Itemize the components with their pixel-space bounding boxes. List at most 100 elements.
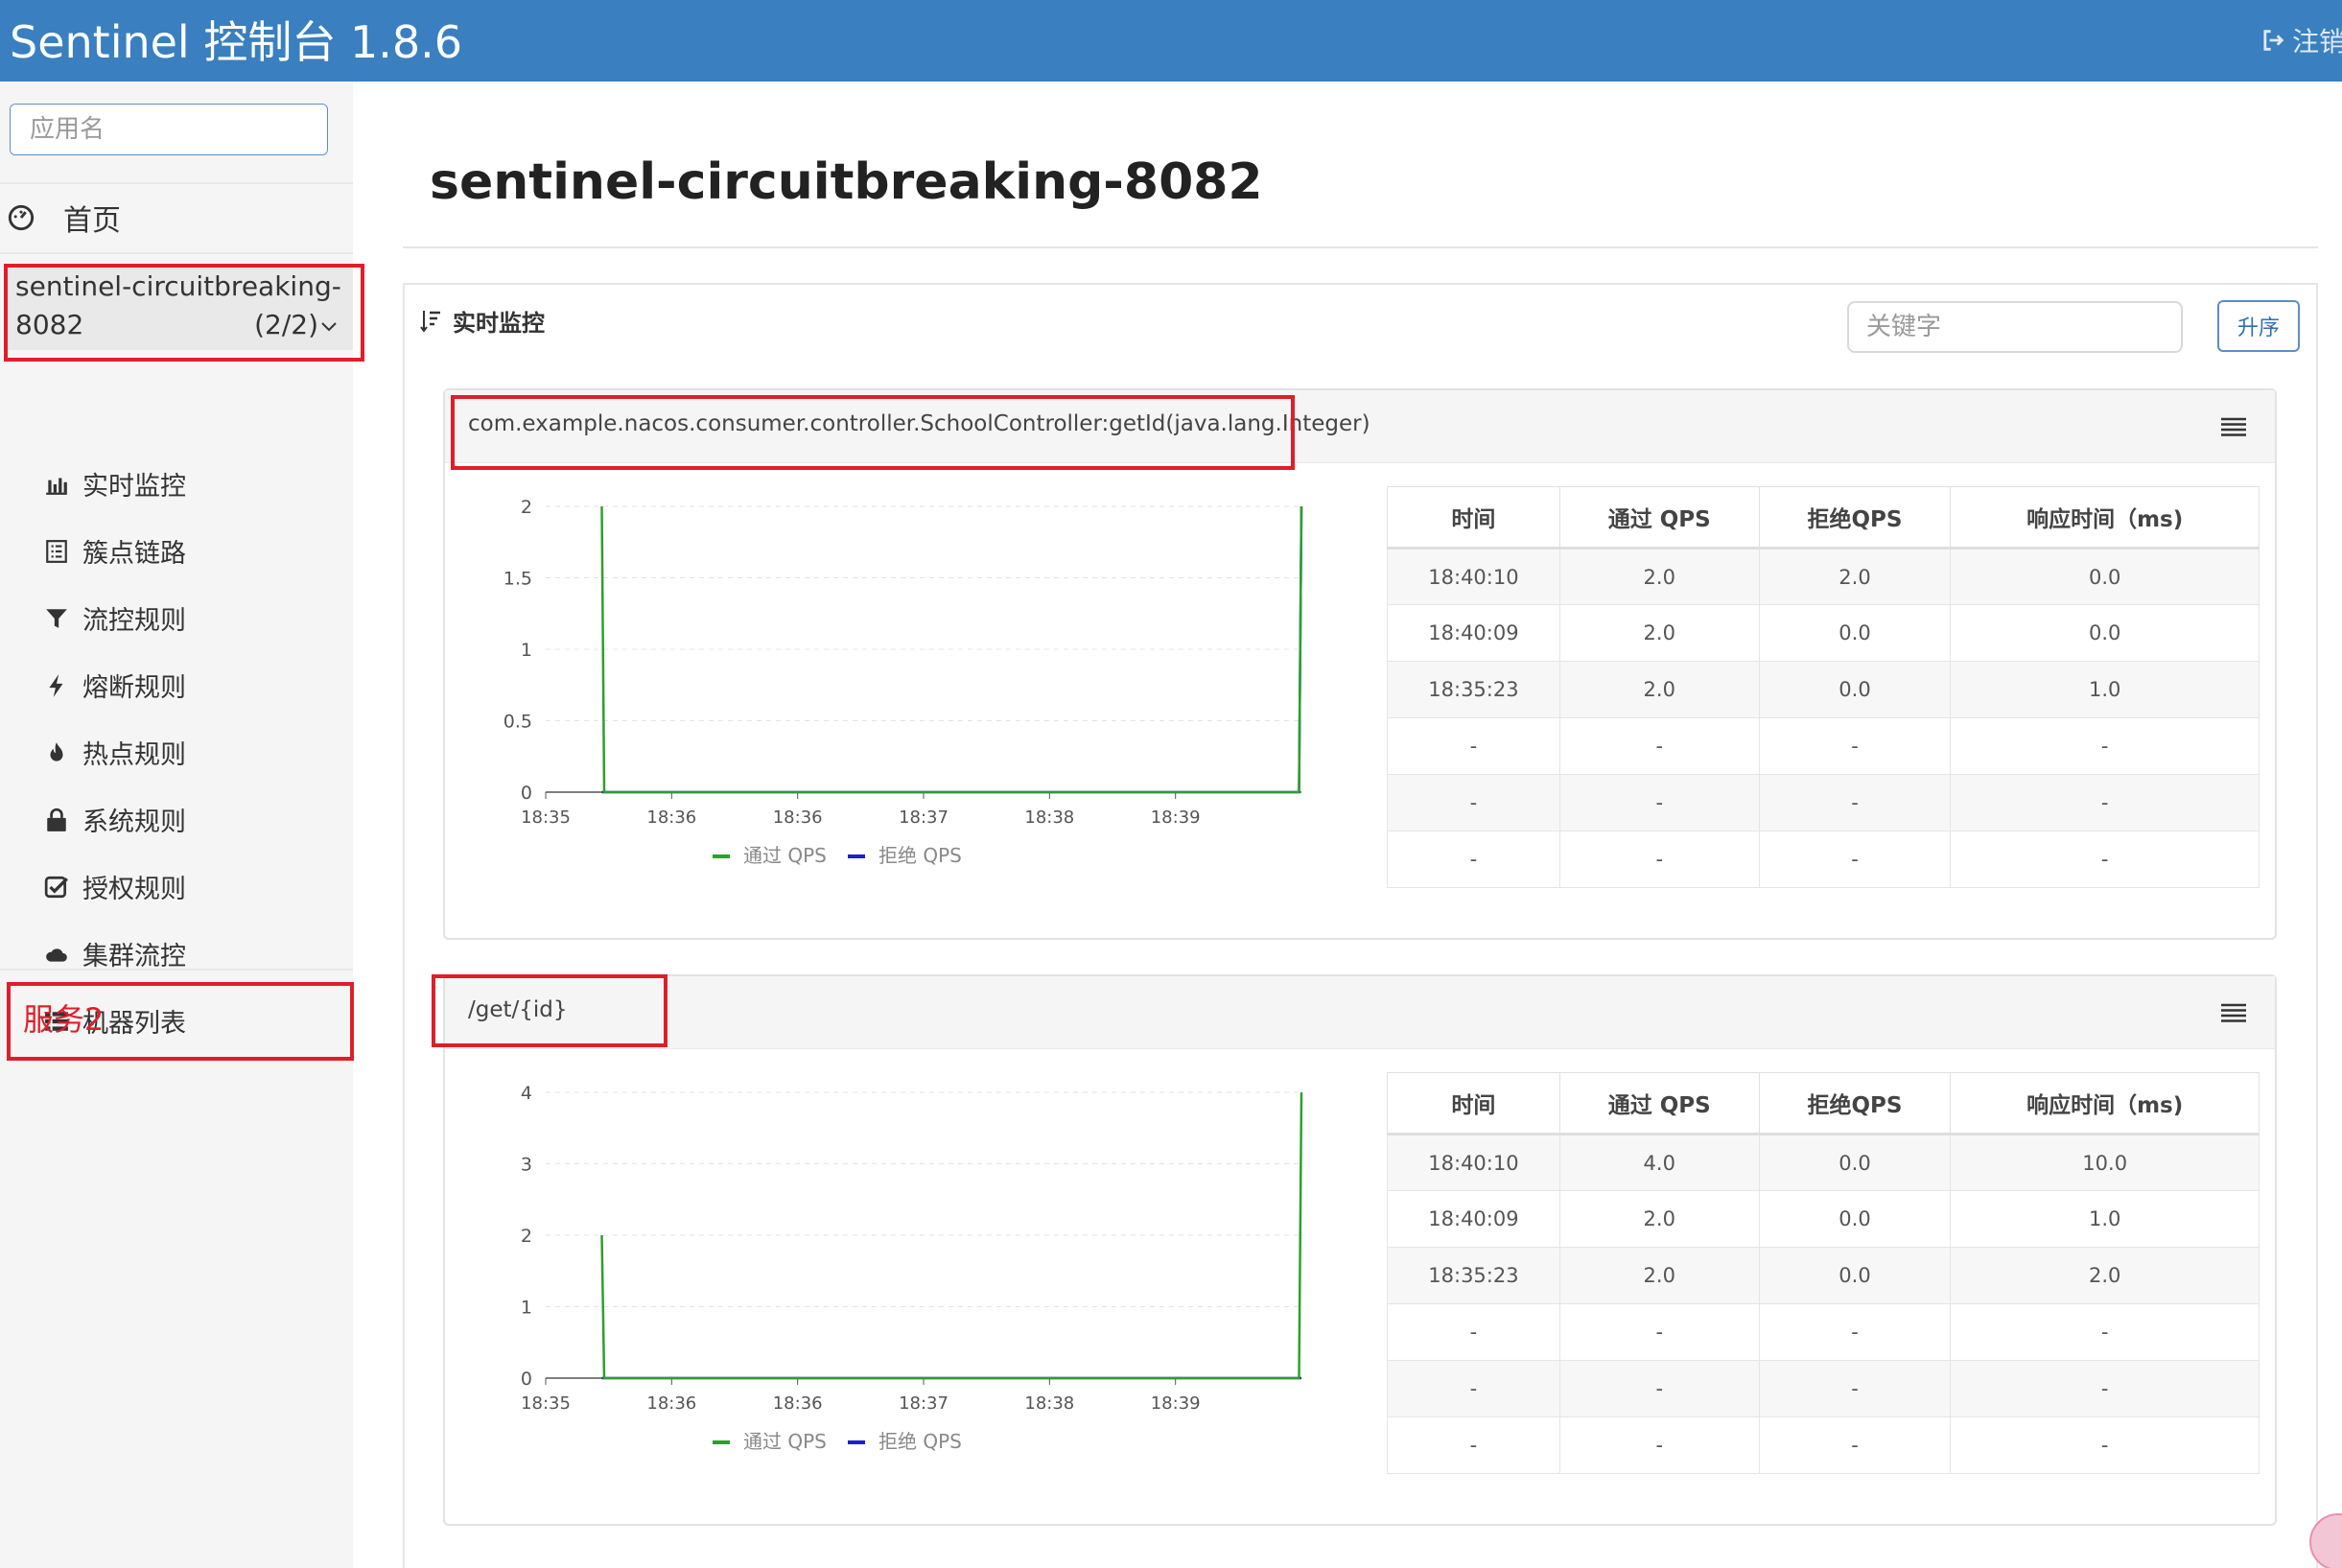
table-cell-block-qps: 0.0 (1758, 1190, 1952, 1248)
table-row: ---- (1387, 1416, 2260, 1474)
x-tick-label: 18:36 (773, 807, 823, 828)
column-header-time: 时间 (1387, 1072, 1560, 1135)
table-row: 18:40:09 2.0 0.0 1.0 (1387, 1190, 2260, 1248)
table-cell-rt: 10.0 (1950, 1134, 2260, 1191)
qps-line-chart: 0 0.5 1 1.5 2 18:35 18:36 18:36 18:37 18:38 18:39 通… (504, 497, 1303, 867)
sidebar-item-system-rules[interactable]: 系统规则 (44, 801, 186, 838)
sort-ascending-button[interactable]: 升序 (2217, 300, 2300, 352)
app-search-input[interactable] (11, 105, 327, 154)
table-cell-time: - (1387, 1416, 1560, 1474)
qps-line-chart: 0 1 2 3 4 18:35 18:36 18:36 18:37 18:38 18:39 通过 QP… (521, 1083, 1303, 1453)
y-tick-label: 0.5 (504, 712, 532, 733)
table-cell-rt: 0.0 (1950, 604, 2260, 662)
table-cell-pass-qps: 2.0 (1558, 604, 1760, 662)
x-tick-label: 18:38 (1024, 807, 1074, 828)
sidebar-item-authority-rules[interactable]: 授权规则 (44, 868, 186, 905)
sidebar-item-label: 首页 (63, 204, 121, 238)
annotation-box-resource2 (432, 974, 667, 1047)
sidebar-divider (0, 182, 353, 184)
table-header-row: 时间 通过 QPS 拒绝QPS 响应时间（ms) (1387, 1072, 2260, 1135)
table-cell-block-qps: 0.0 (1758, 1247, 1952, 1304)
table-cell-rt: - (1950, 774, 2260, 831)
table-cell-time: 18:40:10 (1387, 548, 1560, 605)
column-header-rt: 响应时间（ms) (1950, 486, 2260, 550)
table-cell-rt: 1.0 (1950, 1190, 2260, 1248)
legend-label[interactable]: 通过 QPS (743, 1430, 827, 1453)
table-cell-block-qps: - (1758, 1303, 1952, 1361)
sidebar-item-hotspot-rules[interactable]: 热点规则 (44, 734, 186, 771)
logout-button[interactable]: 注销 (2260, 21, 2342, 59)
table-cell-rt: - (1950, 1360, 2260, 1417)
table-cell-pass-qps: 2.0 (1558, 548, 1760, 605)
table-cell-time: 18:40:09 (1387, 1190, 1560, 1248)
table-cell-rt: 1.0 (1950, 661, 2260, 718)
legend-label[interactable]: 拒绝 QPS (878, 1430, 962, 1453)
table-cell-block-qps: 0.0 (1758, 1134, 1952, 1191)
x-tick-label: 18:39 (1151, 1393, 1201, 1414)
table-cell-block-qps: 0.0 (1758, 661, 1952, 718)
sidebar-item-label: 实时监控 (82, 472, 186, 502)
column-header-block-qps: 拒绝QPS (1758, 486, 1952, 550)
table-cell-pass-qps: 4.0 (1558, 1134, 1760, 1191)
sidebar-item-label: 集群流控 (82, 942, 186, 971)
table-cell-rt: 2.0 (1950, 1247, 2260, 1304)
logout-icon (2263, 30, 2284, 51)
sidebar-item-home[interactable]: 首页 (8, 197, 121, 239)
keyword-search-input[interactable] (1847, 301, 2183, 353)
sidebar-item-label: 熔断规则 (82, 673, 186, 703)
table-cell-pass-qps: 2.0 (1558, 1247, 1760, 1304)
column-header-time: 时间 (1387, 486, 1560, 550)
x-tick-label: 18:35 (521, 1393, 571, 1414)
logout-label: 注销 (2292, 26, 2342, 58)
x-tick-label: 18:37 (899, 807, 949, 828)
table-cell-time: 18:35:23 (1387, 661, 1560, 718)
sidebar-item-label: 簇点链路 (82, 539, 186, 569)
resource-card: com.example.nacos.consumer.controller.Sc… (443, 388, 2277, 940)
check-icon (44, 876, 68, 898)
table-cell-time: - (1387, 717, 1560, 775)
app-title: Sentinel 控制台 1.8.6 (10, 16, 462, 68)
x-tick-label: 18:39 (1151, 807, 1201, 828)
table-cell-block-qps: 0.0 (1758, 604, 1952, 662)
column-header-block-qps: 拒绝QPS (1758, 1072, 1952, 1135)
x-tick-label: 18:35 (521, 807, 571, 828)
y-tick-label: 2 (521, 1226, 532, 1247)
x-tick-label: 18:36 (773, 1393, 823, 1414)
table-row: ---- (1387, 717, 2260, 775)
annotation-label-service2: 服务2 (23, 1001, 105, 1038)
table-cell-time: 18:35:23 (1387, 1247, 1560, 1304)
app-search: 搜索 (10, 104, 328, 155)
table-cell-time: 18:40:09 (1387, 604, 1560, 662)
stats-table: 时间 通过 QPS 拒绝QPS 响应时间（ms) 18:40:10 2.0 2.0 0… (1387, 486, 2260, 888)
menu-icon[interactable] (2221, 1003, 2246, 1022)
flash-icon (49, 673, 63, 697)
x-tick-label: 18:37 (899, 1393, 949, 1414)
table-row: ---- (1387, 831, 2260, 888)
y-tick-label: 0 (521, 1369, 532, 1390)
lock-icon (47, 807, 66, 831)
table-cell-pass-qps: - (1558, 774, 1760, 831)
y-tick-label: 4 (521, 1083, 532, 1104)
table-row: 18:40:09 2.0 0.0 0.0 (1387, 604, 2260, 662)
table-row: 18:40:10 2.0 2.0 0.0 (1387, 548, 2260, 605)
sidebar-item-cluster-flow[interactable]: 集群流控 (44, 935, 186, 972)
legend-label[interactable]: 通过 QPS (743, 844, 827, 867)
sidebar-item-cluster-point[interactable]: 簇点链路 (44, 532, 186, 570)
dashboard-icon (8, 204, 35, 231)
annotation-box-resource1 (451, 395, 1295, 470)
sidebar-item-flow-rules[interactable]: 流控规则 (44, 599, 186, 637)
y-tick-label: 1.5 (504, 569, 532, 590)
title-divider (403, 246, 2318, 248)
filter-icon (46, 608, 67, 628)
sidebar-item-label: 热点规则 (82, 740, 186, 770)
sidebar-item-label: 授权规则 (82, 875, 186, 904)
table-cell-block-qps: - (1758, 1360, 1952, 1417)
legend-label[interactable]: 拒绝 QPS (878, 844, 962, 867)
sidebar-item-realtime-monitor[interactable]: 实时监控 (44, 465, 186, 503)
stats-table: 时间 通过 QPS 拒绝QPS 响应时间（ms) 18:40:10 4.0 0.0 1… (1387, 1072, 2260, 1474)
table-cell-pass-qps: - (1558, 831, 1760, 888)
annotation-box-app (4, 264, 364, 362)
menu-icon[interactable] (2221, 417, 2246, 436)
table-cell-pass-qps: - (1558, 1303, 1760, 1361)
sidebar-item-degrade-rules[interactable]: 熔断规则 (44, 667, 186, 704)
